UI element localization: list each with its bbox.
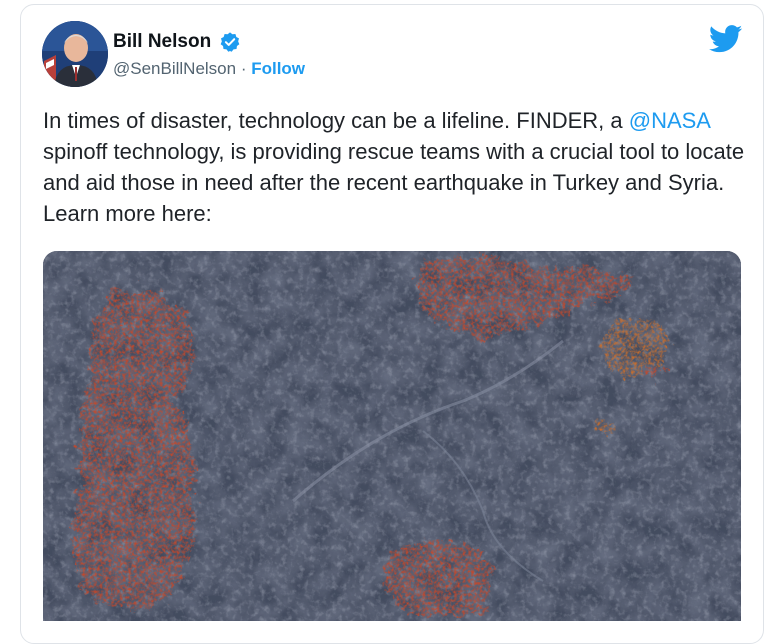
follow-button[interactable]: Follow <box>251 59 305 78</box>
tweet-text: In times of disaster, technology can be … <box>43 105 753 229</box>
tweet-card[interactable]: Bill Nelson @SenBillNelson · Follow In t… <box>20 4 764 644</box>
tweet-text-part1: In times of disaster, technology can be … <box>43 108 629 133</box>
mention-link[interactable]: @NASA <box>629 108 710 133</box>
tweet-text-part2: spinoff technology, is providing rescue … <box>43 139 745 226</box>
handle-line: @SenBillNelson · Follow <box>113 59 305 79</box>
satellite-terrain-image <box>43 251 741 621</box>
author-name[interactable]: Bill Nelson <box>113 31 211 53</box>
separator-dot: · <box>236 59 252 78</box>
author-handle[interactable]: @SenBillNelson <box>113 59 236 78</box>
tweet-media-image[interactable] <box>43 251 741 621</box>
avatar[interactable] <box>42 21 108 87</box>
verified-badge-icon <box>220 32 240 52</box>
twitter-bird-icon[interactable] <box>709 25 743 53</box>
avatar-photo <box>42 21 108 87</box>
